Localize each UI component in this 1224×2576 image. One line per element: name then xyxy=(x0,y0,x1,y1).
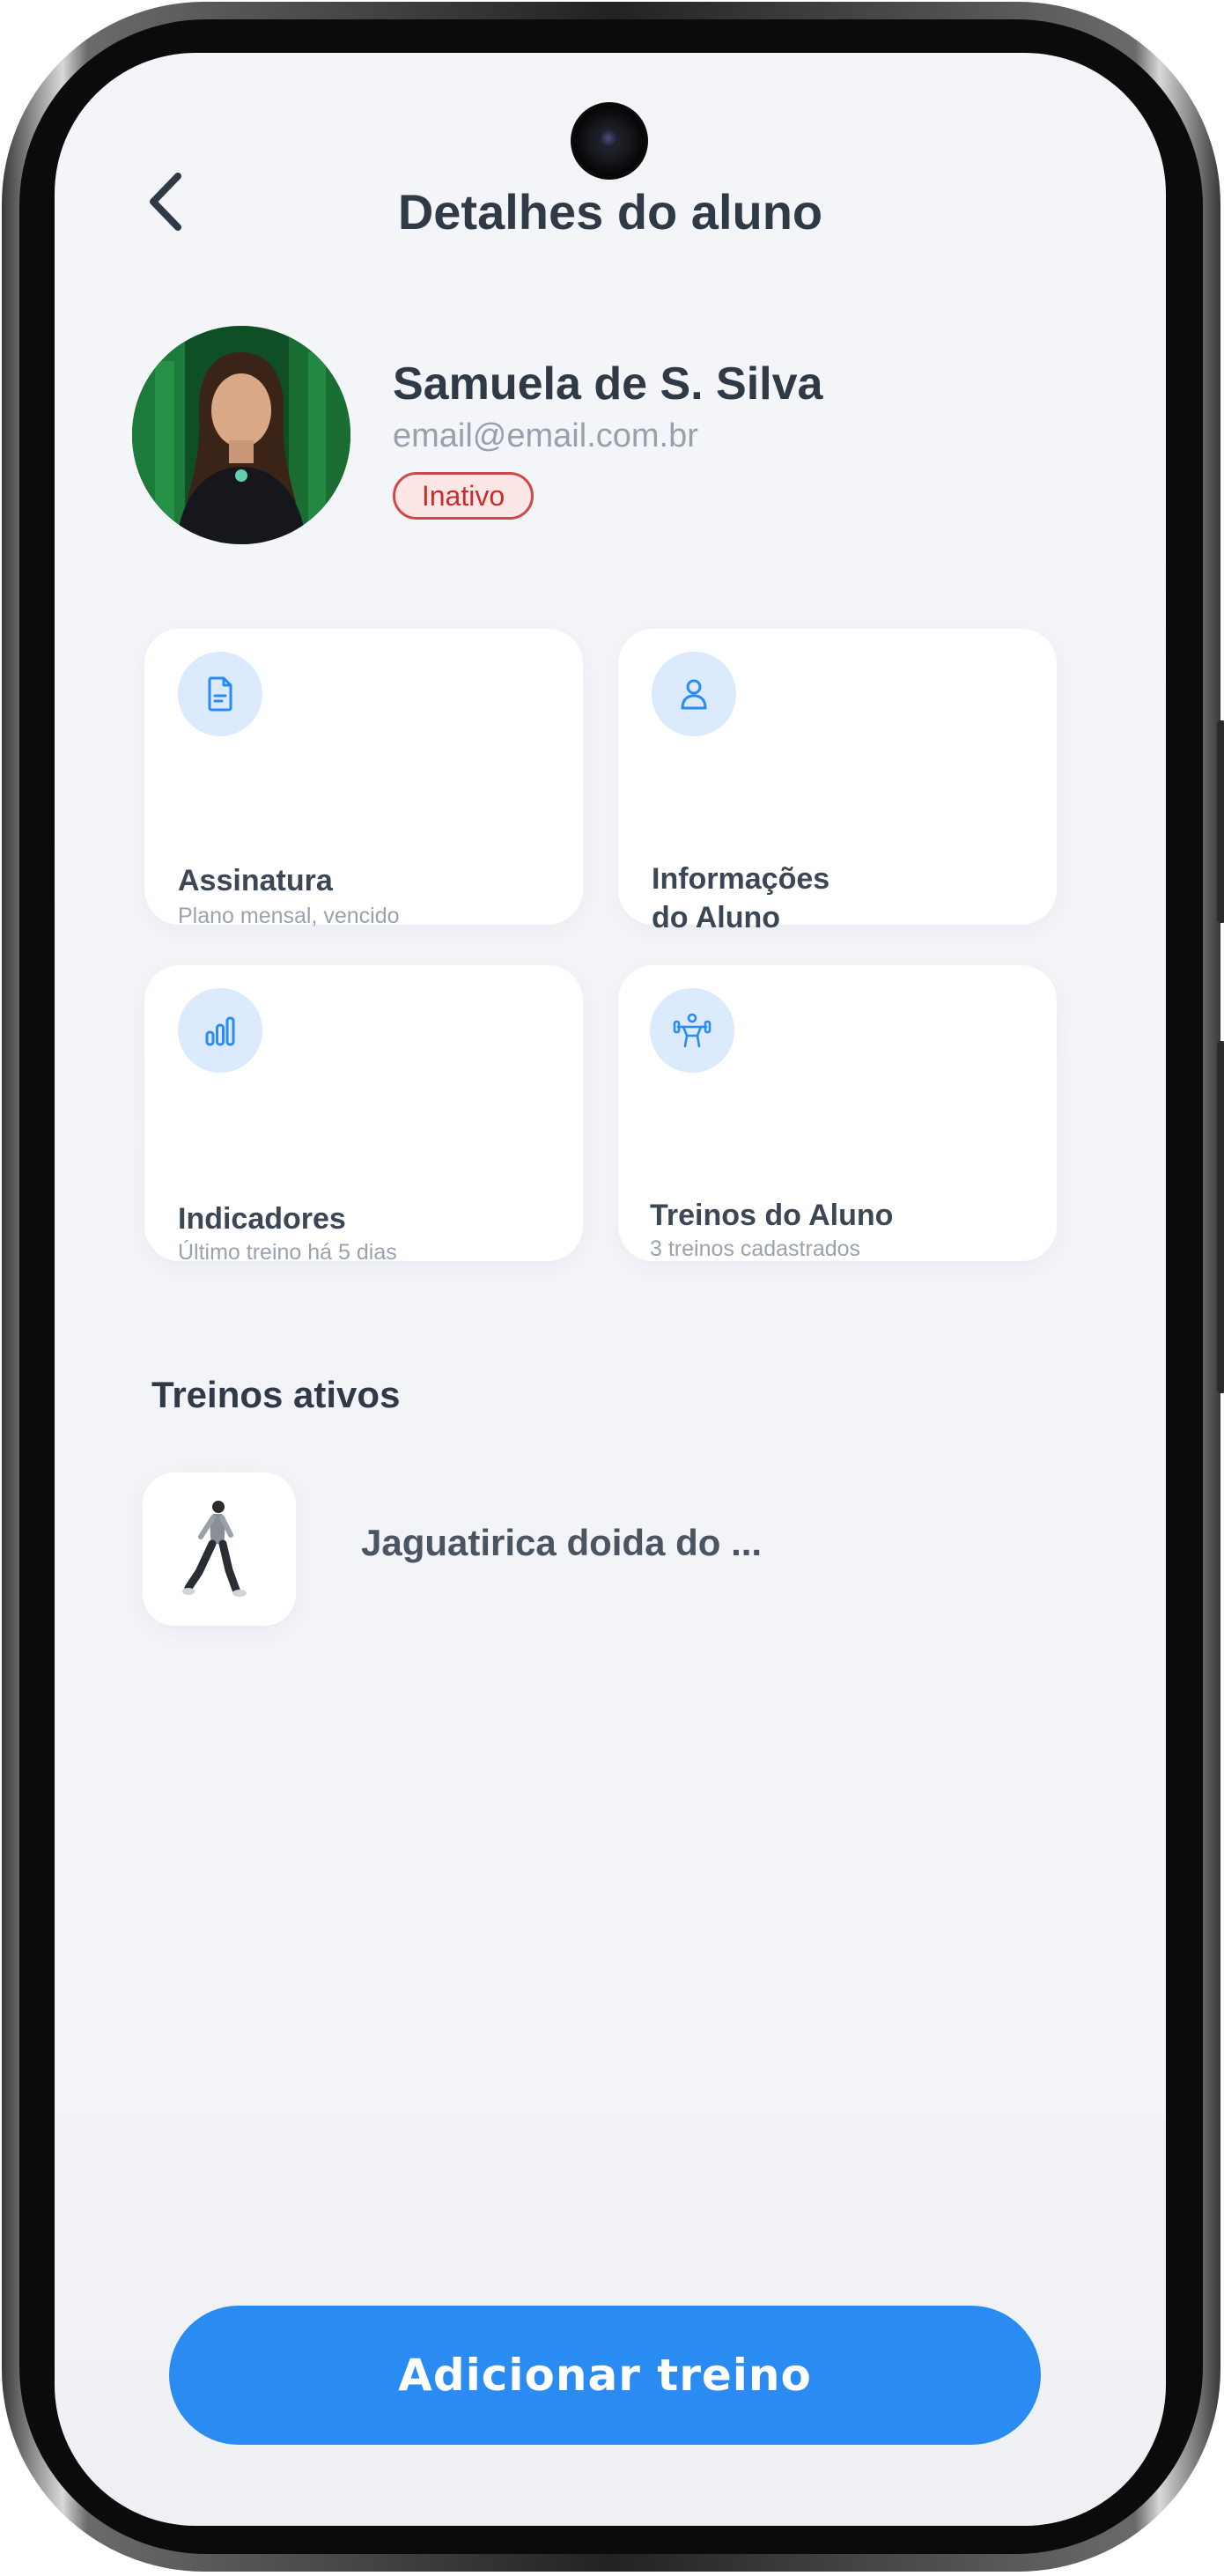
camera xyxy=(571,102,648,180)
card-title: Treinos do Aluno xyxy=(650,1199,894,1232)
student-name: Samuela de S. Silva xyxy=(393,358,823,410)
power-button xyxy=(1217,720,1224,923)
card-title: Indicadores xyxy=(178,1202,346,1236)
document-icon xyxy=(208,676,232,712)
workout-thumbnail xyxy=(143,1473,296,1626)
list-item[interactable]: Jaguatirica doida do ... xyxy=(143,1473,1111,1628)
runner-icon xyxy=(182,1501,247,1597)
subscription-card[interactable]: Assinatura Plano mensal, vencido xyxy=(144,629,583,928)
page-title: Detalhes do aluno xyxy=(397,184,823,240)
card-subtitle: 3 treinos cadastrados xyxy=(650,1236,861,1261)
bar-chart-icon xyxy=(205,1016,235,1046)
status-badge: Inativo xyxy=(393,472,534,520)
student-info-card[interactable]: Informações do Aluno xyxy=(618,629,1057,934)
workout-name: Jaguatirica doida do ... xyxy=(361,1522,763,1563)
card-title-line2: do Aluno xyxy=(652,901,781,934)
student-email: email@email.com.br xyxy=(393,417,698,454)
student-workouts-card[interactable]: Treinos do Aluno 3 treinos cadastrados xyxy=(618,965,1057,1261)
card-title-line1: Informações xyxy=(652,862,830,896)
add-workout-button[interactable]: Adicionar treino xyxy=(169,2306,1041,2445)
user-icon xyxy=(681,679,707,710)
dumbbell-icon xyxy=(673,1013,712,1048)
phone-frame: Detalhes do aluno Samuela de S. Silva em… xyxy=(2,2,1224,2572)
card-subtitle: Último treino há 5 dias xyxy=(178,1240,397,1265)
indicators-card[interactable]: Indicadores Último treino há 5 dias xyxy=(144,965,583,1265)
card-subtitle: Plano mensal, vencido xyxy=(178,904,400,928)
card-title: Assinatura xyxy=(178,864,333,897)
volume-button xyxy=(1217,1041,1224,1393)
app-screen: Detalhes do aluno Samuela de S. Silva em… xyxy=(55,53,1166,2526)
active-workouts-title: Treinos ativos xyxy=(151,1374,401,1415)
avatar xyxy=(132,326,350,544)
